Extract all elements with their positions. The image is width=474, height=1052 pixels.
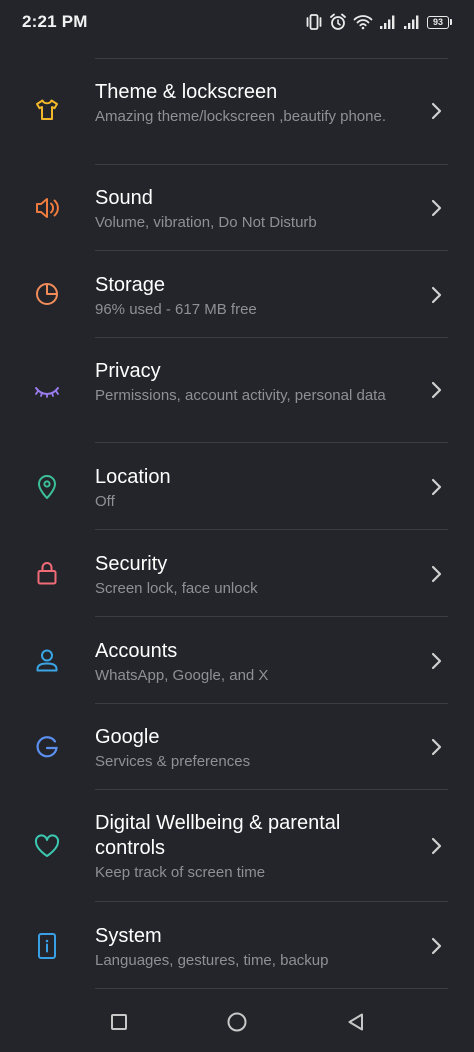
lock-icon <box>30 556 64 590</box>
status-bar: 2:21 PM 93 <box>0 0 474 44</box>
settings-item-title: Accounts <box>95 640 178 662</box>
settings-item-subtitle: Services & preferences <box>95 753 251 770</box>
settings-item-digital-wellbeing[interactable]: Digital Wellbeing & parental controls Ke… <box>0 790 474 901</box>
settings-item-subtitle: Volume, vibration, Do Not Disturb <box>95 214 317 231</box>
settings-item-privacy[interactable]: Privacy Permissions, account activity, p… <box>0 338 474 442</box>
settings-item-google[interactable]: Google Services & preferences <box>0 704 474 789</box>
signal-icon <box>379 14 397 30</box>
vibrate-icon <box>305 14 323 30</box>
settings-item-subtitle: Amazing theme/lockscreen ,beautify phone… <box>95 108 386 125</box>
recents-button[interactable] <box>104 1007 134 1037</box>
chevron-right-icon <box>428 285 444 305</box>
tshirt-icon <box>30 93 64 127</box>
chevron-right-icon <box>428 198 444 218</box>
eye-closed-icon <box>30 374 64 408</box>
status-icons: 93 <box>305 13 452 31</box>
settings-item-title: Storage <box>95 274 166 296</box>
settings-item-subtitle: Languages, gestures, time, backup <box>95 952 329 969</box>
chevron-right-icon <box>428 564 444 584</box>
settings-item-title: Theme & lockscreen <box>95 81 278 103</box>
settings-item-accounts[interactable]: Accounts WhatsApp, Google, and X <box>0 617 474 703</box>
settings-item-sound[interactable]: Sound Volume, vibration, Do Not Disturb <box>0 165 474 250</box>
battery-icon: 93 <box>427 15 452 29</box>
chevron-right-icon <box>428 651 444 671</box>
settings-item-subtitle: Screen lock, face unlock <box>95 580 258 597</box>
battery-level: 93 <box>427 15 449 29</box>
pie-chart-icon <box>30 277 64 311</box>
person-icon <box>30 643 64 677</box>
divider <box>95 988 448 989</box>
chevron-right-icon <box>428 836 444 856</box>
alarm-icon <box>329 13 347 31</box>
settings-item-system[interactable]: System Languages, gestures, time, backup <box>0 902 474 988</box>
heart-icon <box>30 829 64 863</box>
navigation-bar <box>0 995 474 1052</box>
google-g-icon <box>30 730 64 764</box>
signal-icon-2 <box>403 14 421 30</box>
home-button[interactable] <box>222 1007 252 1037</box>
settings-item-title: Digital Wellbeing & parental controls <box>95 812 341 859</box>
settings-item-subtitle: Permissions, account activity, personal … <box>95 387 386 404</box>
settings-item-storage[interactable]: Storage 96% used - 617 MB free <box>0 251 474 337</box>
settings-item-location[interactable]: Location Off <box>0 443 474 529</box>
chevron-right-icon <box>428 101 444 121</box>
settings-item-title: System <box>95 925 162 947</box>
settings-item-title: Sound <box>95 187 153 209</box>
info-phone-icon <box>30 929 64 963</box>
settings-item-subtitle: 96% used - 617 MB free <box>95 301 257 318</box>
location-pin-icon <box>30 470 64 504</box>
chevron-right-icon <box>428 737 444 757</box>
settings-item-security[interactable]: Security Screen lock, face unlock <box>0 530 474 616</box>
settings-item-title: Privacy <box>95 360 161 382</box>
chevron-right-icon <box>428 477 444 497</box>
settings-item-theme[interactable]: Theme & lockscreen Amazing theme/lockscr… <box>0 59 474 164</box>
settings-item-subtitle: Keep track of screen time <box>95 864 266 881</box>
chevron-right-icon <box>428 936 444 956</box>
settings-item-title: Security <box>95 553 168 575</box>
settings-item-title: Location <box>95 466 171 488</box>
settings-item-subtitle: Off <box>95 493 115 510</box>
speaker-icon <box>30 191 64 225</box>
settings-item-subtitle: WhatsApp, Google, and X <box>95 667 269 684</box>
chevron-right-icon <box>428 380 444 400</box>
back-button[interactable] <box>341 1007 371 1037</box>
status-time: 2:21 PM <box>22 12 88 31</box>
settings-item-title: Google <box>95 726 160 748</box>
wifi-icon <box>353 14 373 30</box>
